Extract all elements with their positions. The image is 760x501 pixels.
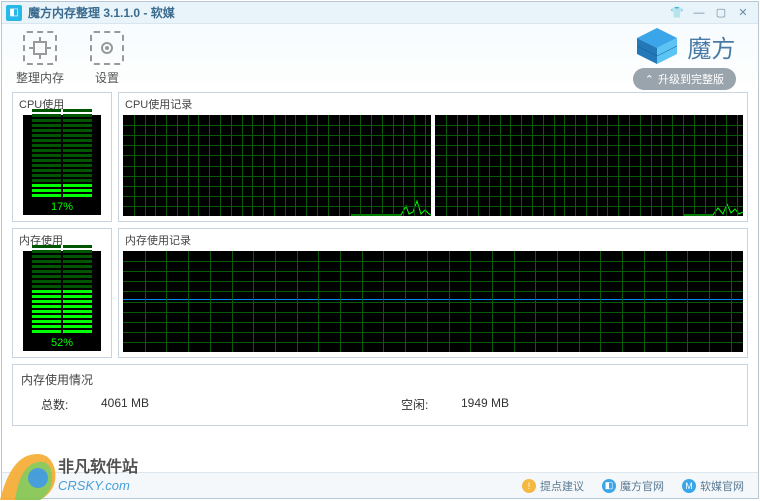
- close-button[interactable]: ✕: [732, 5, 754, 21]
- statusbar: ! 提点建议 ◧ 魔方官网 M 软媒官网: [2, 472, 758, 498]
- mofang-site-link[interactable]: ◧ 魔方官网: [602, 478, 664, 494]
- maximize-button[interactable]: ▢: [710, 5, 732, 21]
- cpu-graph-1: [123, 115, 431, 216]
- free-value: 1949 MB: [461, 396, 581, 413]
- app-icon: ◧: [6, 5, 22, 21]
- cube-icon: [633, 26, 681, 66]
- info-title: 内存使用情况: [21, 371, 739, 388]
- free-label: 空闲:: [401, 396, 461, 413]
- mem-history-panel: 内存使用记录: [118, 228, 748, 358]
- upgrade-label: 升级到完整版: [658, 71, 724, 87]
- app-window: ◧ 魔方内存整理 3.1.1.0 - 软媒 👕 — ▢ ✕ 整理内存 设置: [1, 1, 759, 499]
- mem-graph: [123, 251, 743, 352]
- mem-percent: 52%: [23, 337, 101, 349]
- cpu-graph-2: [435, 115, 743, 216]
- mem-gauge: 52%: [23, 251, 101, 351]
- ruanmei-site-link[interactable]: M 软媒官网: [682, 478, 744, 494]
- cpu-history-label: CPU使用记录: [119, 93, 747, 113]
- mem-history-label: 内存使用记录: [119, 229, 747, 249]
- brand-text: 魔方: [687, 29, 735, 64]
- cpu-percent: 17%: [23, 201, 101, 213]
- titlebar: ◧ 魔方内存整理 3.1.1.0 - 软媒 👕 — ▢ ✕: [2, 2, 758, 24]
- upgrade-button[interactable]: ⌃ 升级到完整版: [633, 68, 736, 90]
- cpu-history-panel: CPU使用记录: [118, 92, 748, 222]
- mem-info-panel: 内存使用情况 总数: 4061 MB 空闲: 1949 MB: [12, 364, 748, 426]
- settings-label: 设置: [95, 69, 119, 86]
- cpu-usage-panel: CPU使用 17%: [12, 92, 112, 222]
- defrag-label: 整理内存: [16, 69, 64, 86]
- m-icon: M: [682, 479, 696, 493]
- toolbar: 整理内存 设置 魔方 ⌃ 升级到完整版: [2, 24, 758, 92]
- cube-mini-icon: ◧: [602, 479, 616, 493]
- cpu-gauge: 17%: [23, 115, 101, 215]
- gear-icon: [90, 31, 124, 65]
- minimize-button[interactable]: —: [688, 5, 710, 21]
- brand-area: 魔方 ⌃ 升级到完整版: [633, 26, 736, 90]
- lightbulb-icon: !: [522, 479, 536, 493]
- total-value: 4061 MB: [101, 396, 221, 413]
- settings-button[interactable]: 设置: [90, 31, 124, 86]
- mem-usage-panel: 内存使用 52%: [12, 228, 112, 358]
- window-title: 魔方内存整理 3.1.1.0 - 软媒: [28, 4, 175, 21]
- total-label: 总数:: [41, 396, 101, 413]
- content-area: CPU使用 17% CPU使用记录: [2, 92, 758, 472]
- tshirt-icon[interactable]: 👕: [666, 5, 688, 21]
- suggest-link[interactable]: ! 提点建议: [522, 478, 584, 494]
- chevron-up-icon: ⌃: [645, 73, 654, 86]
- chip-icon: [23, 31, 57, 65]
- defrag-memory-button[interactable]: 整理内存: [16, 31, 64, 86]
